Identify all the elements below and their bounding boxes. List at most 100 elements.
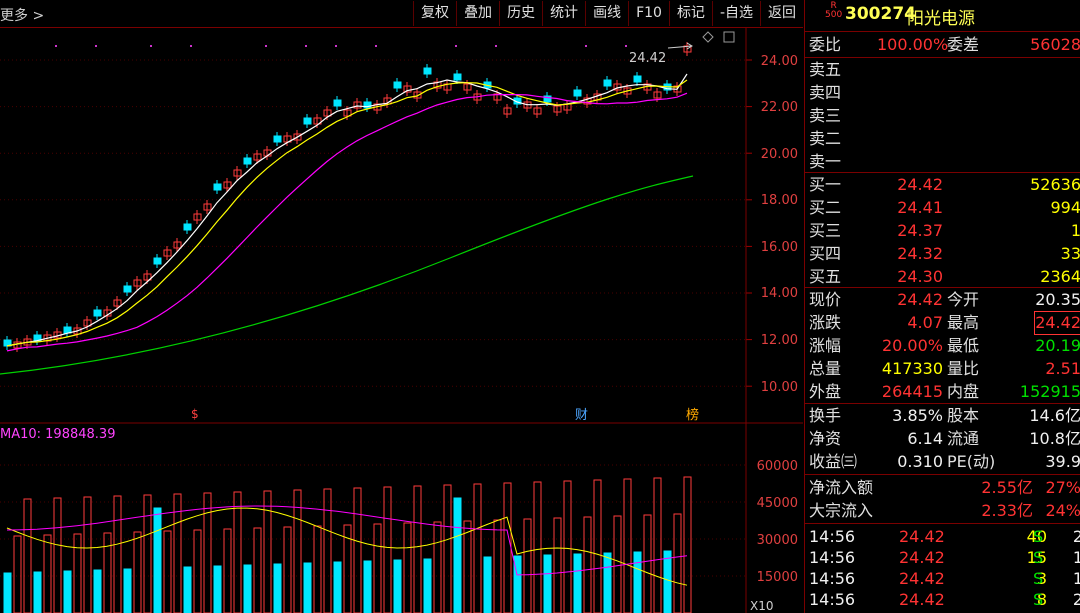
tick-count: 2 <box>1072 527 1080 546</box>
candle-body <box>633 75 642 83</box>
volume-bar <box>463 520 472 613</box>
sell-level-label: 卖二 <box>809 129 842 148</box>
volume-bar <box>503 482 512 613</box>
volume-bar <box>523 518 532 613</box>
stat-value: 20.35 <box>1035 290 1080 309</box>
index-badge: R 500 <box>825 1 843 20</box>
event-marker-finance[interactable]: 财 <box>575 408 588 423</box>
tick-side: S <box>1033 590 1044 609</box>
tick-price: 24.42 <box>899 527 945 546</box>
stat-value: 20.19 <box>1035 336 1080 355</box>
event-marker-s[interactable]: $ <box>191 407 199 421</box>
buy-level-row[interactable]: 买三 24.37 1 <box>805 220 1080 242</box>
volume-bar <box>103 532 112 613</box>
volume-bar <box>483 556 492 613</box>
toolbar-buttons: 复权 叠加 历史 统计 画线 F10 标记 -自选 返回 <box>413 0 803 27</box>
draw-line-button[interactable]: 画线 <box>585 1 628 26</box>
statistics-button[interactable]: 统计 <box>542 1 585 26</box>
sell-level-row[interactable]: 卖四 <box>805 82 1080 104</box>
fund-value: 39.9 <box>1045 452 1080 471</box>
volume-bar <box>113 495 122 613</box>
fuquan-button[interactable]: 复权 <box>413 1 456 26</box>
price-axis: 24.00 22.00 20.00 18.00 16.00 14.00 12.0… <box>761 54 798 395</box>
stat-value: 264415 <box>881 382 943 401</box>
volume-tick: 60000 <box>757 459 798 474</box>
sell-level-row[interactable]: 卖五 <box>805 59 1080 81</box>
stat-value: 417330 <box>881 359 943 378</box>
tick-price: 24.42 <box>899 569 945 588</box>
buy-level-row[interactable]: 买一 24.42 52636 <box>805 174 1080 196</box>
event-dot <box>585 45 587 47</box>
volume-bar <box>163 530 172 613</box>
divider <box>805 403 1080 404</box>
buy-level-row[interactable]: 买五 24.30 2364 <box>805 266 1080 288</box>
price-tick: 22.00 <box>761 100 798 115</box>
fund-value: 14.6亿 <box>1029 406 1080 425</box>
kline-chart-area[interactable]: 24.00 22.00 20.00 18.00 16.00 14.00 12.0… <box>0 28 803 613</box>
sell-level-row[interactable]: 卖二 <box>805 128 1080 150</box>
candle-body <box>123 285 132 293</box>
candle-body <box>603 79 612 87</box>
divider <box>805 31 1080 32</box>
fund-label: 流通 <box>947 429 980 448</box>
volume-bar <box>253 527 262 613</box>
high-arrow-icon <box>667 42 693 50</box>
stat-label: 最低 <box>947 336 980 355</box>
buy-level-row[interactable]: 买二 24.41 994 <box>805 197 1080 219</box>
overlay-button[interactable]: 叠加 <box>456 1 499 26</box>
candle-body <box>393 81 402 89</box>
flow-label: 净流入额 <box>809 478 874 497</box>
fund-label: PE(动) <box>947 452 996 471</box>
sell-level-row[interactable]: 卖三 <box>805 105 1080 127</box>
tick-price: 24.42 <box>899 548 945 567</box>
f10-button[interactable]: F10 <box>628 1 669 26</box>
volume-bar <box>123 568 132 613</box>
buy-price: 24.41 <box>897 198 943 217</box>
event-dot <box>55 45 57 47</box>
volume-bar <box>133 531 142 613</box>
divider <box>805 474 1080 475</box>
stat-label: 量比 <box>947 359 980 378</box>
volume-bar <box>243 564 252 613</box>
more-menu-link[interactable]: 更多 > <box>0 5 44 25</box>
stat-label: 总量 <box>809 359 842 378</box>
price-pane <box>0 42 752 387</box>
back-button[interactable]: 返回 <box>760 1 803 26</box>
sell-level-label: 卖四 <box>809 83 842 102</box>
stock-header: R 500 300274 阳光电源 <box>805 0 1080 30</box>
history-button[interactable]: 历史 <box>499 1 542 26</box>
price-tick: 12.00 <box>761 333 798 348</box>
volume-bar <box>323 488 332 613</box>
volume-bar <box>663 550 672 613</box>
stock-code: 300274 <box>845 4 916 24</box>
stat-row: 现价 24.42 今开 20.35 <box>805 289 1080 311</box>
tick-time: 14:56 <box>809 548 856 567</box>
volume-bar <box>213 565 222 613</box>
price-tick: 16.00 <box>761 240 798 255</box>
volume-bar <box>233 491 242 613</box>
volume-bar <box>553 517 562 613</box>
flow-amount: 2.55亿 <box>981 478 1033 497</box>
tick-time: 14:56 <box>809 590 856 609</box>
divider <box>805 287 1080 288</box>
candle-body <box>153 257 162 265</box>
volume-ma10-line <box>6 505 688 576</box>
buy-level-row[interactable]: 买四 24.32 33 <box>805 243 1080 265</box>
volume-bar <box>33 571 42 613</box>
candle-body <box>573 89 582 97</box>
fund-value: 3.85% <box>892 406 943 425</box>
remove-watchlist-button[interactable]: -自选 <box>711 1 760 26</box>
tick-time: 14:56 <box>809 569 856 588</box>
price-tick: 24.00 <box>761 54 798 69</box>
event-marker-ranking[interactable]: 榜 <box>686 407 699 423</box>
flow-label: 大宗流入 <box>809 501 874 520</box>
volume-bar <box>563 480 572 613</box>
candle-body <box>183 223 192 231</box>
mark-button[interactable]: 标记 <box>668 1 712 26</box>
volume-bar <box>363 560 372 613</box>
stat-label: 涨跌 <box>809 313 842 332</box>
volume-bar <box>403 522 412 613</box>
sell-level-row[interactable]: 卖一 <box>805 151 1080 173</box>
stat-row: 涨跌 4.07 最高 24.42 <box>805 311 1080 335</box>
trade-tick-row: 14:56 24.42 40 S 2 <box>805 526 1080 548</box>
